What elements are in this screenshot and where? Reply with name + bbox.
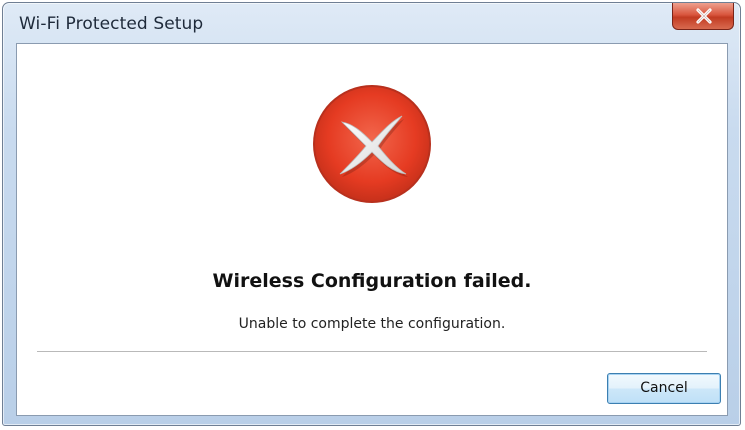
error-x-icon <box>313 85 431 203</box>
window-title: Wi-Fi Protected Setup <box>19 14 204 34</box>
dialog-window: Wi-Fi Protected Setup Wireless Configura… <box>2 2 741 426</box>
status-message: Unable to complete the configuration. <box>238 316 506 332</box>
title-bar[interactable]: Wi-Fi Protected Setup <box>3 3 740 43</box>
cancel-button[interactable]: Cancel <box>607 373 721 404</box>
dialog-content: Wireless Configuration failed. Unable to… <box>16 43 728 416</box>
status-headline: Wireless Configuration failed. <box>212 270 532 292</box>
close-icon <box>696 8 712 24</box>
close-button[interactable] <box>672 3 734 30</box>
divider <box>37 351 707 353</box>
